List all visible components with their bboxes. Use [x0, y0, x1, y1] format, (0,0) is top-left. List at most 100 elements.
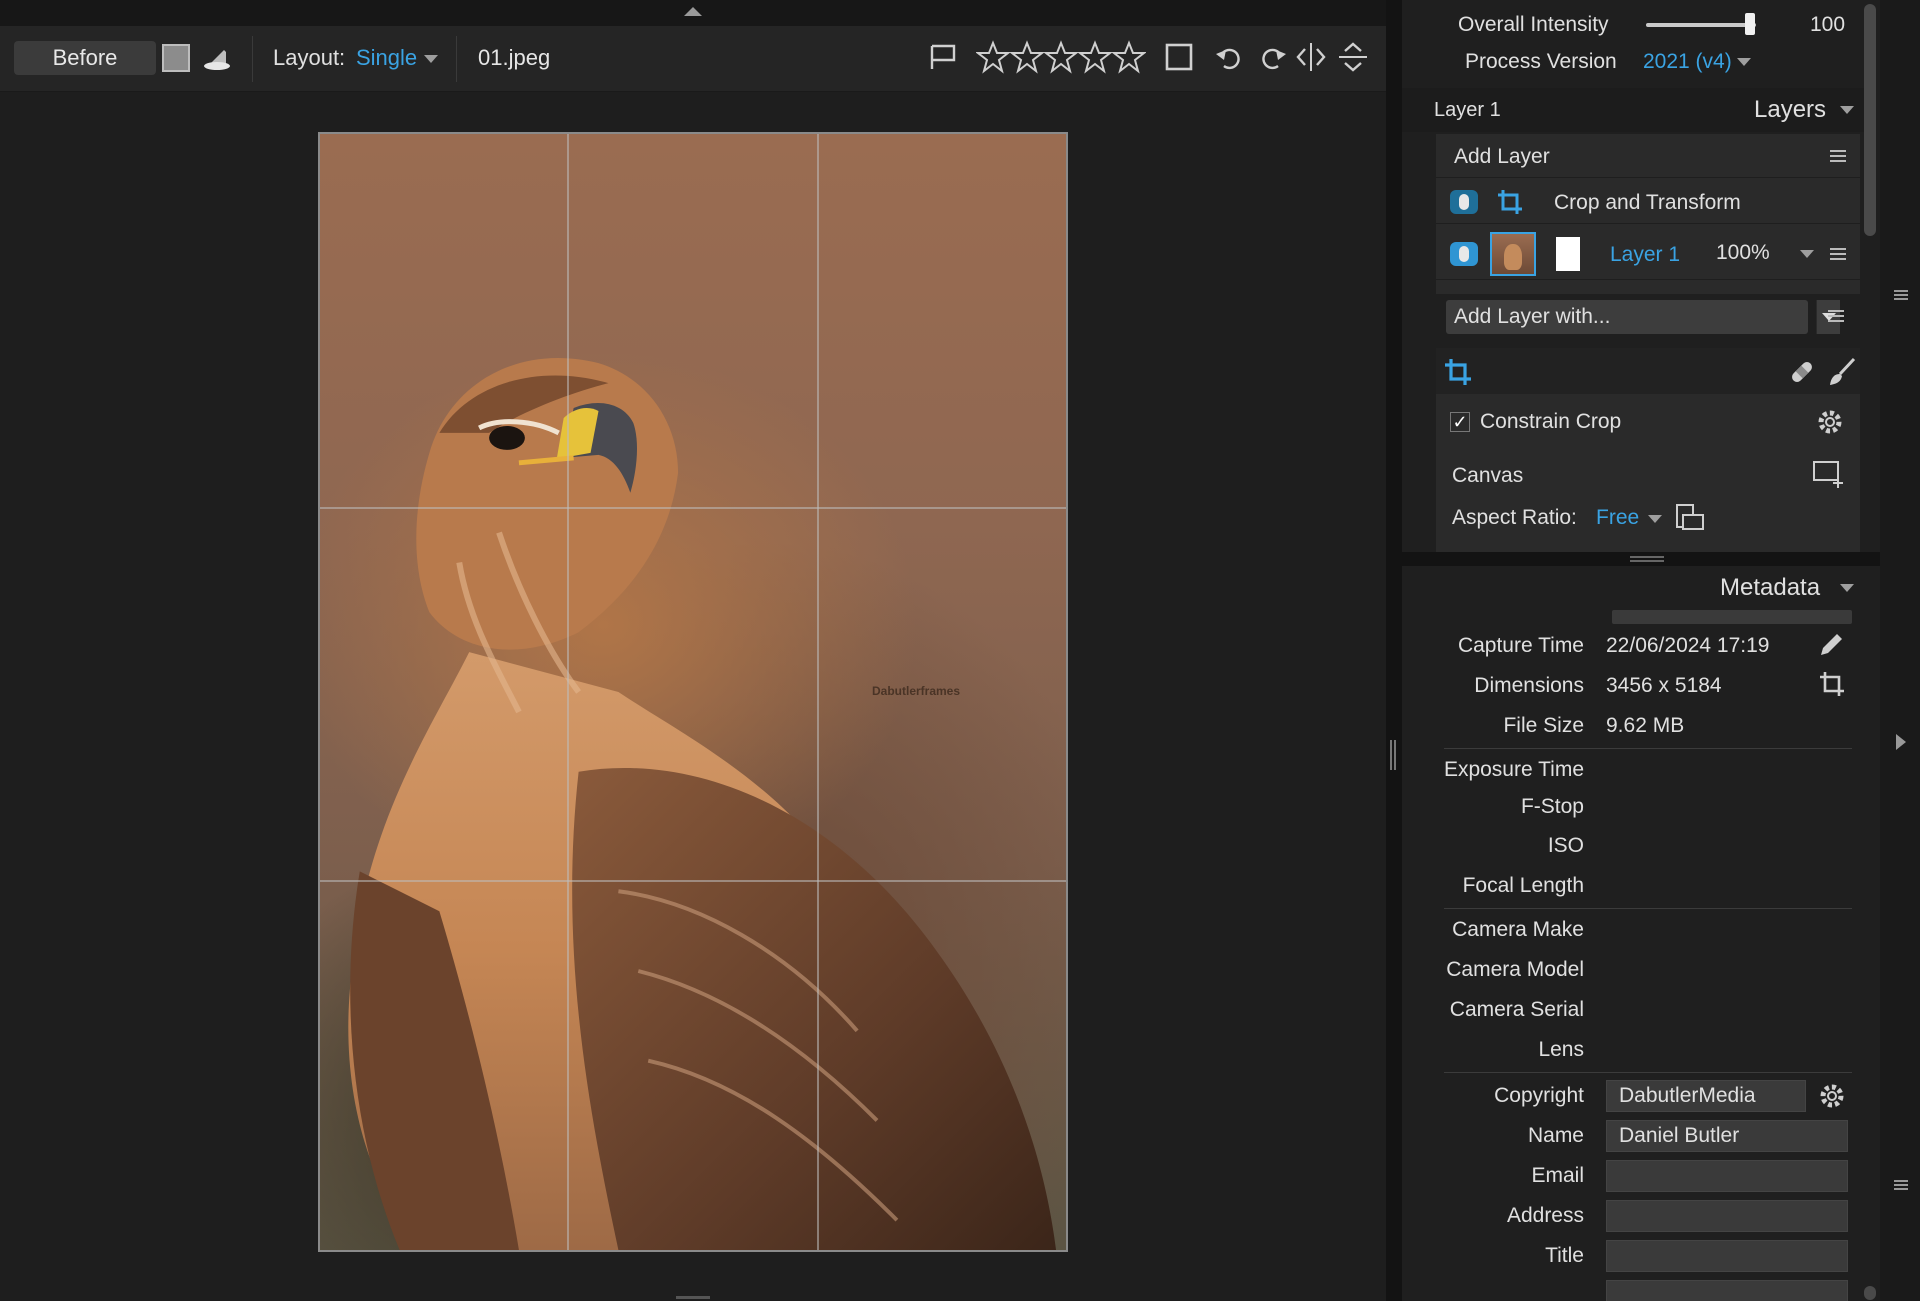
- layers-title[interactable]: Layers: [1754, 96, 1826, 124]
- before-button[interactable]: Before: [14, 41, 156, 75]
- copyright-field[interactable]: DabutlerMedia: [1606, 1080, 1806, 1112]
- crop-tool-icon[interactable]: [1442, 356, 1474, 388]
- section-divider: [1444, 1072, 1852, 1073]
- chevron-down-icon[interactable]: [1737, 58, 1751, 66]
- panel-resize-grip[interactable]: [1390, 740, 1396, 770]
- layer-menu-icon[interactable]: [1830, 248, 1846, 260]
- process-version-dropdown[interactable]: 2021 (v4): [1643, 50, 1732, 74]
- layer-visibility-toggle[interactable]: [1450, 190, 1478, 214]
- panel-menu-icon[interactable]: [1894, 1180, 1908, 1190]
- layer-thumbnail[interactable]: [1490, 232, 1536, 276]
- metadata-scrollbar[interactable]: [1864, 1286, 1876, 1300]
- chevron-down-icon[interactable]: [1840, 106, 1854, 114]
- gear-icon[interactable]: [1814, 406, 1846, 438]
- title-label: Title: [1545, 1244, 1584, 1267]
- add-layer-row[interactable]: Add Layer: [1436, 134, 1860, 178]
- star-2-icon[interactable]: [1009, 40, 1045, 74]
- eraser-icon[interactable]: [202, 42, 232, 72]
- address-field[interactable]: [1606, 1200, 1848, 1232]
- rotate-right-icon[interactable]: [1256, 40, 1290, 74]
- list-options-icon[interactable]: [1828, 310, 1844, 322]
- email-field[interactable]: [1606, 1160, 1848, 1192]
- select-box-icon[interactable]: [1162, 40, 1196, 74]
- crop-grid-vertical-2: [817, 134, 819, 1250]
- panel-menu-icon[interactable]: [1894, 290, 1908, 300]
- current-layer-label: Layer 1: [1434, 99, 1501, 121]
- chevron-down-icon[interactable]: [1648, 515, 1662, 523]
- chevron-down-icon[interactable]: [424, 55, 438, 63]
- aspect-ratio-dropdown[interactable]: Free: [1596, 506, 1639, 530]
- panel-divider[interactable]: [1402, 552, 1880, 566]
- viewer-toolbar: Before Layout: Single 01.jpeg: [0, 26, 1386, 92]
- caption-field-partial[interactable]: [1606, 1280, 1848, 1301]
- dimensions-label: Dimensions: [1474, 674, 1584, 697]
- title-field[interactable]: [1606, 1240, 1848, 1272]
- overall-intensity-slider-thumb[interactable]: [1745, 13, 1755, 35]
- layer-name[interactable]: Crop and Transform: [1554, 191, 1741, 215]
- collapse-up-icon[interactable]: [684, 7, 702, 16]
- tool-row: [1436, 348, 1860, 394]
- capture-time-label: Capture Time: [1457, 634, 1584, 657]
- layer-name[interactable]: Layer 1: [1610, 243, 1680, 267]
- add-layer-menu-icon[interactable]: [1830, 150, 1846, 162]
- metadata-title[interactable]: Metadata: [1720, 574, 1820, 602]
- metadata-panel: Metadata Capture Time 22/06/2024 17:19 D…: [1402, 566, 1880, 1301]
- brush-icon[interactable]: [1826, 356, 1858, 388]
- overall-intensity-label: Overall Intensity: [1458, 13, 1609, 36]
- focal-length-label: Focal Length: [1462, 874, 1584, 897]
- toolbar-separator: [456, 36, 457, 82]
- toolbar-separator: [252, 36, 253, 82]
- edit-pencil-icon[interactable]: [1816, 630, 1846, 660]
- swap-orientation-icon[interactable]: [1674, 502, 1706, 534]
- canvas-area[interactable]: Dabutlerframes: [0, 92, 1386, 1301]
- layers-scrollbar[interactable]: [1864, 4, 1876, 236]
- section-divider: [1444, 748, 1852, 749]
- path-field-partial[interactable]: [1612, 610, 1852, 624]
- star-5-icon[interactable]: [1111, 40, 1147, 74]
- crop-settings: ✓ Constrain Crop Canvas Aspect Ratio: Fr…: [1436, 394, 1860, 552]
- overall-intensity-slider[interactable]: [1646, 23, 1756, 27]
- rotate-left-icon[interactable]: [1212, 40, 1246, 74]
- layer-row[interactable]: Crop and Transform: [1436, 180, 1860, 224]
- healing-bandage-icon[interactable]: [1786, 356, 1818, 388]
- lens-label: Lens: [1538, 1038, 1584, 1061]
- flip-vertical-icon[interactable]: [1336, 40, 1370, 74]
- layer-row[interactable]: Layer 1 100%: [1436, 228, 1860, 280]
- star-1-icon[interactable]: [975, 40, 1011, 74]
- star-3-icon[interactable]: [1043, 40, 1079, 74]
- layer-visibility-toggle[interactable]: [1450, 242, 1478, 266]
- gear-icon[interactable]: [1816, 1080, 1848, 1112]
- constrain-crop-label[interactable]: Constrain Crop: [1480, 410, 1621, 434]
- star-4-icon[interactable]: [1077, 40, 1113, 74]
- crop-grid-horizontal-1: [320, 507, 1066, 509]
- crop-icon[interactable]: [1818, 670, 1846, 698]
- divider-grip-icon[interactable]: [1630, 556, 1664, 562]
- crop-grid-vertical-1: [567, 134, 569, 1250]
- add-layer-with-dropdown[interactable]: Add Layer with...: [1446, 300, 1840, 334]
- flip-horizontal-icon[interactable]: [1294, 40, 1328, 74]
- flag-icon[interactable]: [926, 40, 960, 74]
- iso-label: ISO: [1547, 834, 1584, 857]
- constrain-crop-checkbox[interactable]: ✓: [1450, 412, 1470, 432]
- add-layer-label[interactable]: Add Layer: [1454, 145, 1550, 169]
- name-field[interactable]: Daniel Butler: [1606, 1120, 1848, 1152]
- overall-intensity-value[interactable]: 100: [1810, 13, 1845, 37]
- layer-mask-thumbnail[interactable]: [1556, 237, 1580, 271]
- add-layer-with-label[interactable]: Add Layer with...: [1454, 305, 1610, 329]
- layout-dropdown[interactable]: Single: [356, 45, 417, 71]
- file-size-value: 9.62 MB: [1606, 714, 1685, 737]
- expand-right-icon[interactable]: [1896, 734, 1906, 750]
- layer-opacity[interactable]: 100%: [1716, 241, 1770, 265]
- chevron-down-icon[interactable]: [1840, 584, 1854, 592]
- add-canvas-icon[interactable]: [1812, 458, 1846, 490]
- compare-square-icon[interactable]: [162, 44, 190, 72]
- chevron-down-icon[interactable]: [1800, 250, 1814, 258]
- dimensions-value: 3456 x 5184: [1606, 674, 1722, 697]
- photo-eagle[interactable]: Dabutlerframes: [318, 132, 1068, 1252]
- top-collapse-strip[interactable]: [0, 0, 1386, 26]
- bottom-drag-handle[interactable]: [676, 1296, 710, 1299]
- aspect-ratio-label: Aspect Ratio:: [1452, 506, 1577, 529]
- name-label: Name: [1527, 1124, 1584, 1147]
- email-label: Email: [1531, 1164, 1584, 1187]
- copyright-label: Copyright: [1494, 1084, 1584, 1107]
